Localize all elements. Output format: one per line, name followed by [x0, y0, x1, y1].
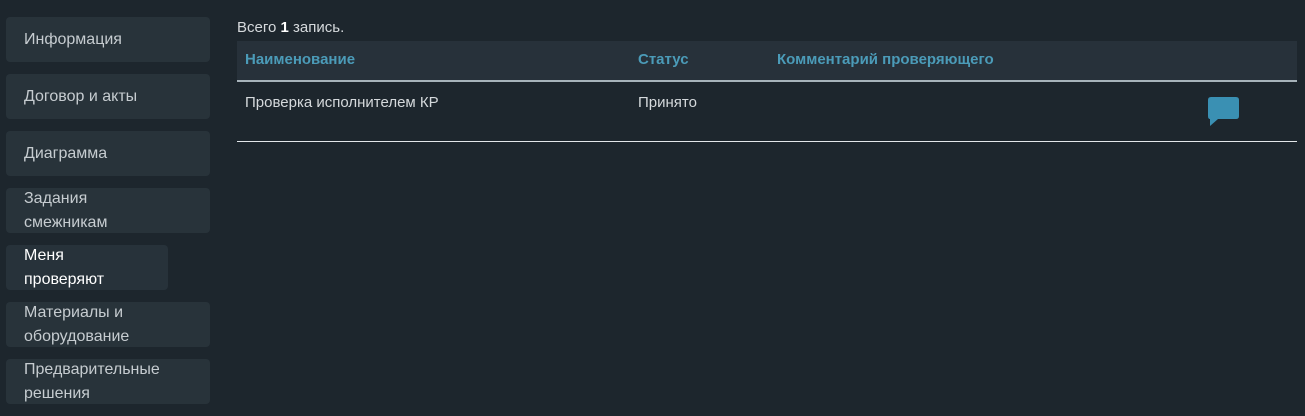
sidebar-item-materials[interactable]: Материалы и оборудование: [6, 302, 210, 347]
sidebar-item-label: Задания смежникам: [24, 189, 108, 231]
row-status: Принято: [638, 94, 697, 111]
column-header-comment[interactable]: Комментарий проверяющего: [777, 51, 994, 68]
sidebar-item-label: Предварительные решения: [24, 360, 160, 402]
main-content: Всего 1 запись. Наименование Статус Комм…: [237, 17, 1297, 142]
sidebar-item-label: Диаграмма: [24, 144, 108, 162]
table-header: Наименование Статус Комментарий проверяю…: [237, 41, 1297, 82]
column-header-name[interactable]: Наименование: [245, 51, 355, 68]
sidebar-item-label: Договор и акты: [24, 87, 138, 105]
total-count: 1: [280, 19, 289, 36]
sidebar-item-label: Материалы и оборудование: [24, 303, 130, 345]
sidebar-item-diagram[interactable]: Диаграмма: [6, 131, 210, 176]
total-suffix: запись.: [293, 19, 345, 36]
sidebar: Информация Договор и акты Диаграмма Зада…: [6, 17, 210, 416]
total-prefix: Всего: [237, 19, 277, 36]
sidebar-item-info[interactable]: Информация: [6, 17, 210, 62]
row-name: Проверка исполнителем КР: [245, 94, 439, 111]
comment-icon[interactable]: [1208, 97, 1239, 127]
column-header-status[interactable]: Статус: [638, 51, 689, 68]
table-row: Проверка исполнителем КР Принято: [237, 82, 1297, 142]
sidebar-item-tasks[interactable]: Задания смежникам: [6, 188, 210, 233]
record-count: Всего 1 запись.: [237, 17, 1297, 41]
sidebar-item-label: Меня проверяют: [24, 246, 105, 288]
sidebar-item-preliminary[interactable]: Предварительные решения: [6, 359, 210, 404]
sidebar-item-label: Информация: [24, 30, 122, 48]
sidebar-item-review[interactable]: Меня проверяют: [6, 245, 168, 290]
sidebar-item-contract-acts[interactable]: Договор и акты: [6, 74, 210, 119]
